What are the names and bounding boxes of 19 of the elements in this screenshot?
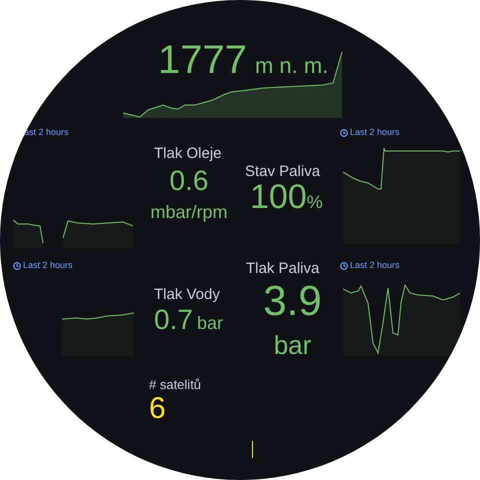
stat-value: 0.6 (170, 167, 208, 195)
stat-value: 0.7 (154, 306, 193, 334)
stat-unit: m n. m. (254, 55, 328, 77)
stat-unit: mbar/rpm (150, 203, 228, 221)
stat-unit: bar (196, 314, 223, 332)
time-range-label: Last 2 hours (23, 259, 73, 272)
stat-value: 1777 (158, 40, 247, 80)
stat-value: 6 (149, 394, 166, 424)
time-range-label: Last 2 hours (350, 259, 400, 272)
time-range-label: Last 2 hours (350, 126, 400, 139)
stat-title: Tlak Oleje (154, 144, 222, 164)
stat-title: Stav Paliva (245, 162, 320, 182)
stat-title: # satelitů (149, 376, 202, 394)
stat-value: 100 (250, 180, 307, 214)
stat-unit: bar (274, 332, 312, 358)
stat-value: 3.9 (263, 280, 322, 322)
stat-title: Tlak Vody (154, 285, 220, 305)
stat-title: Tlak Paliva (246, 259, 320, 279)
stat-unit: % (306, 193, 323, 211)
